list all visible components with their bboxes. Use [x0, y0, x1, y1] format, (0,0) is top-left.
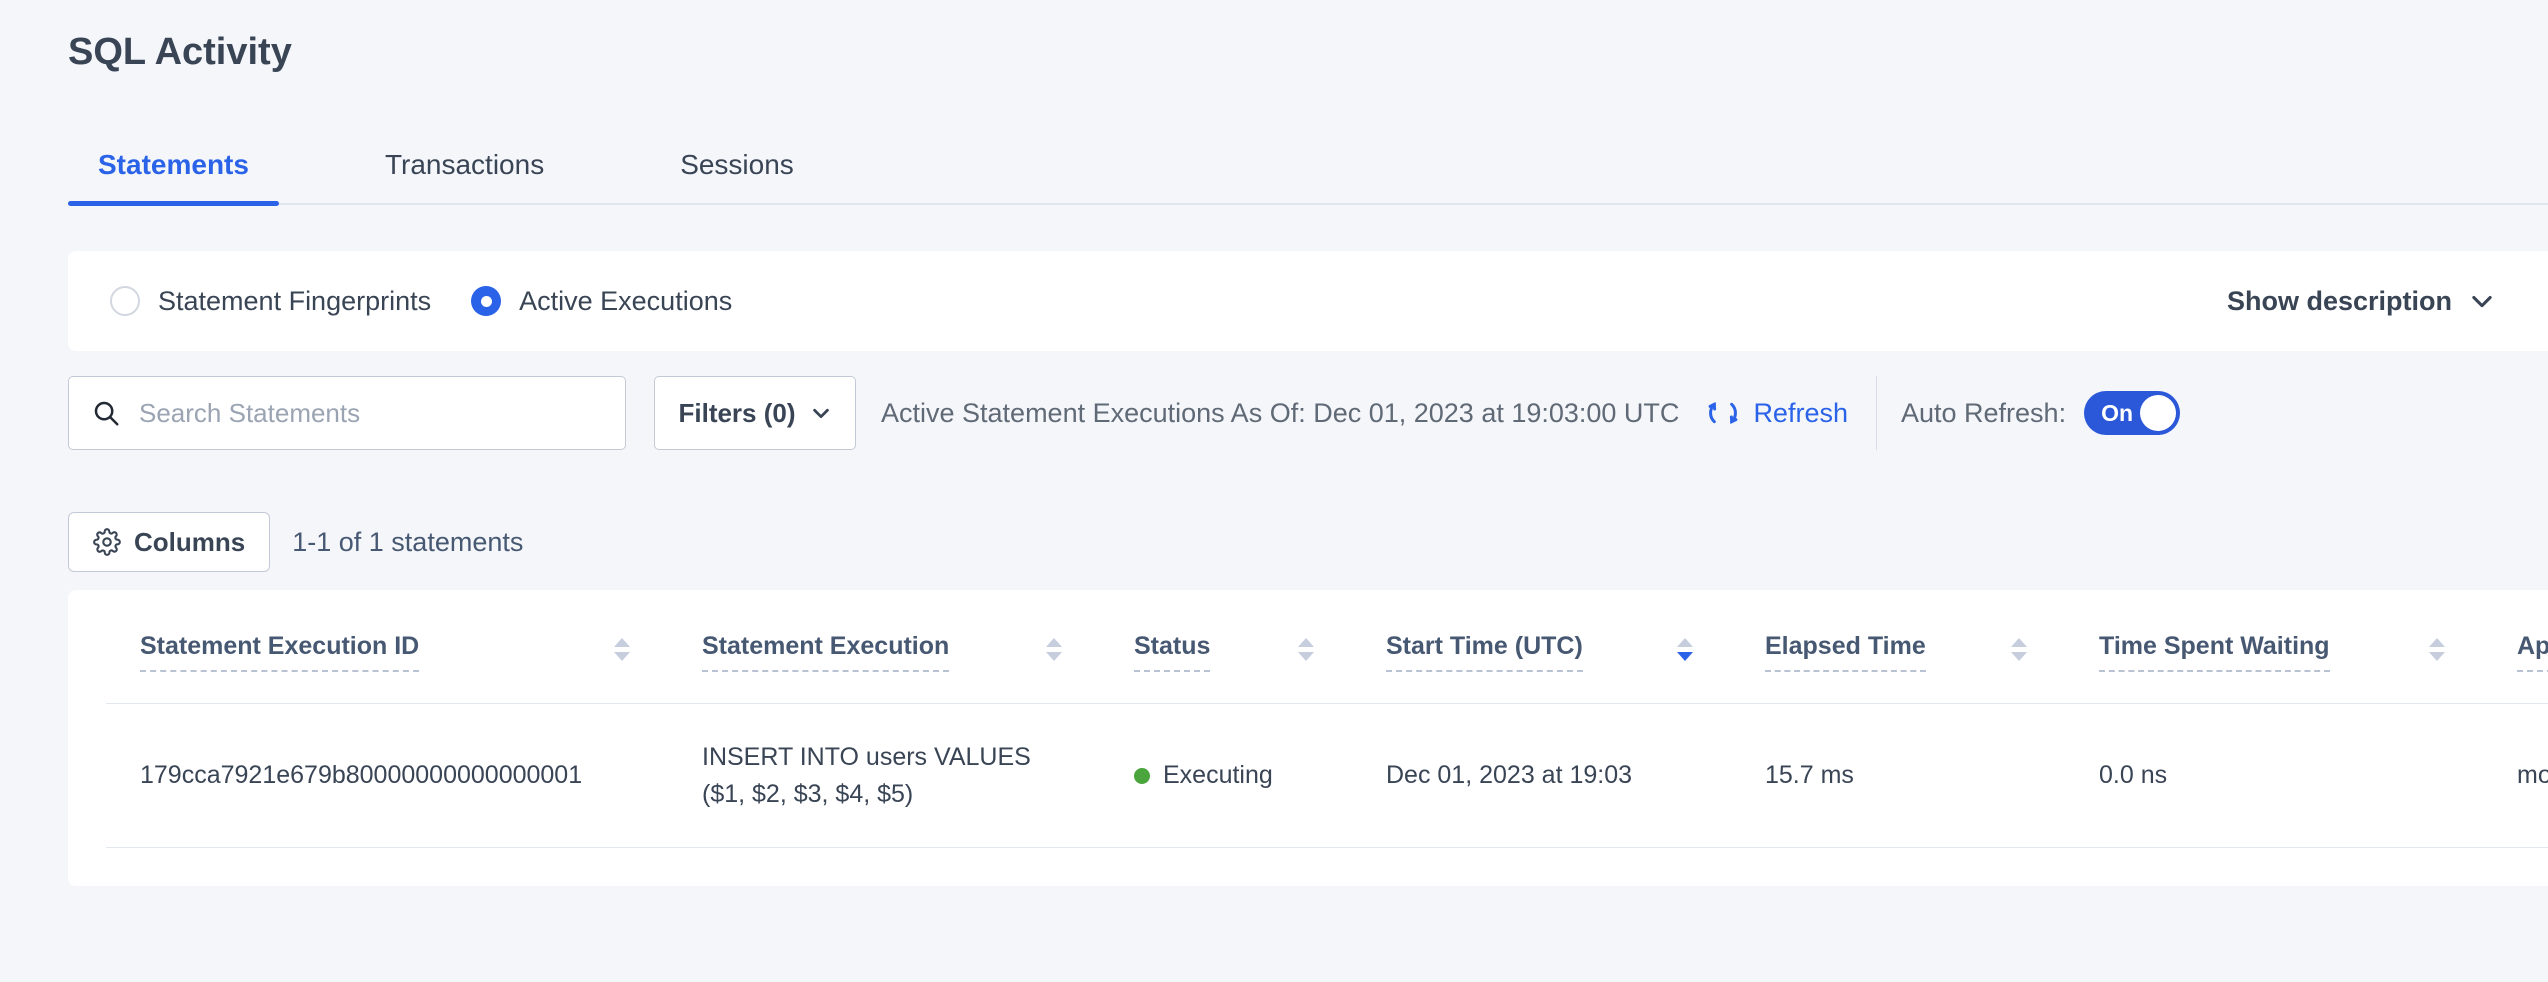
column-header-elapsed-time: Elapsed Time: [1731, 590, 2065, 703]
column-header-label[interactable]: Application: [2517, 632, 2548, 672]
radio-label: Statement Fingerprints: [158, 286, 431, 317]
cell-application: movr: [2483, 761, 2548, 790]
sort-icon[interactable]: [1298, 638, 1314, 661]
status-label: Executing: [1163, 761, 1273, 790]
column-header-statement-execution-id: Statement Execution ID: [106, 590, 668, 703]
tab-sessions[interactable]: Sessions: [650, 150, 824, 203]
refresh-label: Refresh: [1753, 398, 1848, 429]
page-title: SQL Activity: [68, 30, 2548, 74]
sort-icon[interactable]: [614, 638, 630, 661]
toggle-knob: [2140, 395, 2176, 431]
cell-statement[interactable]: INSERT INTO users VALUES ($1, $2, $3, $4…: [668, 739, 1100, 813]
auto-refresh-toggle[interactable]: On: [2084, 391, 2180, 435]
search-input[interactable]: [137, 397, 609, 430]
table-row[interactable]: 179cca7921e679b80000000000000001 INSERT …: [106, 704, 2548, 848]
cell-time-spent-waiting: 0.0 ns: [2065, 761, 2483, 790]
status-dot-icon: [1134, 768, 1150, 784]
toggle-state-label: On: [2101, 400, 2133, 427]
column-header-label[interactable]: Statement Execution ID: [140, 632, 419, 672]
column-header-statement-execution: Statement Execution: [668, 590, 1100, 703]
statements-table-card: Statement Execution ID Statement Executi…: [68, 590, 2548, 886]
column-header-start-time: Start Time (UTC): [1352, 590, 1731, 703]
radio-unselected-icon[interactable]: [110, 286, 140, 316]
sort-icon-active-desc[interactable]: [1677, 638, 1693, 661]
search-icon: [91, 398, 121, 428]
column-header-label[interactable]: Time Spent Waiting: [2099, 632, 2330, 672]
sort-icon[interactable]: [2429, 638, 2445, 661]
tab-transactions[interactable]: Transactions: [355, 150, 574, 203]
tab-bar: Statements Transactions Sessions: [68, 150, 2548, 205]
show-description-button[interactable]: Show description: [2227, 286, 2496, 317]
results-count: 1-1 of 1 statements: [292, 527, 523, 558]
show-description-label: Show description: [2227, 286, 2452, 317]
cell-elapsed-time: 15.7 ms: [1731, 761, 2065, 790]
radio-label: Active Executions: [519, 286, 732, 317]
filters-label: Filters (0): [678, 398, 795, 429]
tab-statements[interactable]: Statements: [68, 150, 279, 203]
filters-button[interactable]: Filters (0): [654, 376, 856, 450]
column-header-application: Application: [2483, 590, 2548, 703]
sql-activity-page: SQL Activity Statements Transactions Ses…: [0, 0, 2548, 886]
vertical-divider: [1876, 376, 1877, 450]
sort-icon[interactable]: [2011, 638, 2027, 661]
sort-icon[interactable]: [1046, 638, 1062, 661]
cell-status: Executing: [1100, 761, 1352, 790]
cell-execution-id: 179cca7921e679b80000000000000001: [106, 761, 668, 790]
column-header-label[interactable]: Statement Execution: [702, 632, 949, 672]
table-header-row: Statement Execution ID Statement Executi…: [106, 590, 2548, 704]
table-toolbar: Columns 1-1 of 1 statements: [68, 512, 2548, 572]
refresh-button[interactable]: Refresh: [1705, 395, 1848, 431]
chevron-down-icon: [810, 402, 832, 424]
refresh-icon: [1705, 395, 1741, 431]
auto-refresh-label: Auto Refresh:: [1901, 398, 2066, 429]
column-header-label[interactable]: Start Time (UTC): [1386, 632, 1583, 672]
cell-start-time: Dec 01, 2023 at 19:03: [1352, 761, 1731, 790]
statement-text[interactable]: INSERT INTO users VALUES ($1, $2, $3, $4…: [702, 739, 1040, 813]
radio-statement-fingerprints[interactable]: Statement Fingerprints: [110, 286, 431, 317]
as-of-timestamp: Active Statement Executions As Of: Dec 0…: [881, 398, 1679, 429]
radio-selected-icon[interactable]: [471, 286, 501, 316]
search-box[interactable]: [68, 376, 626, 450]
column-header-status: Status: [1100, 590, 1352, 703]
controls-row: Filters (0) Active Statement Executions …: [68, 376, 2548, 450]
column-header-label[interactable]: Elapsed Time: [1765, 632, 1926, 672]
chevron-down-icon: [2468, 287, 2496, 315]
columns-button[interactable]: Columns: [68, 512, 270, 572]
columns-button-label: Columns: [134, 527, 245, 558]
view-mode-card: Statement Fingerprints Active Executions…: [68, 251, 2548, 351]
radio-active-executions[interactable]: Active Executions: [471, 286, 732, 317]
gear-icon: [93, 528, 121, 556]
column-header-time-spent-waiting: Time Spent Waiting: [2065, 590, 2483, 703]
column-header-label[interactable]: Status: [1134, 632, 1210, 672]
statements-table: Statement Execution ID Statement Executi…: [106, 590, 2548, 848]
